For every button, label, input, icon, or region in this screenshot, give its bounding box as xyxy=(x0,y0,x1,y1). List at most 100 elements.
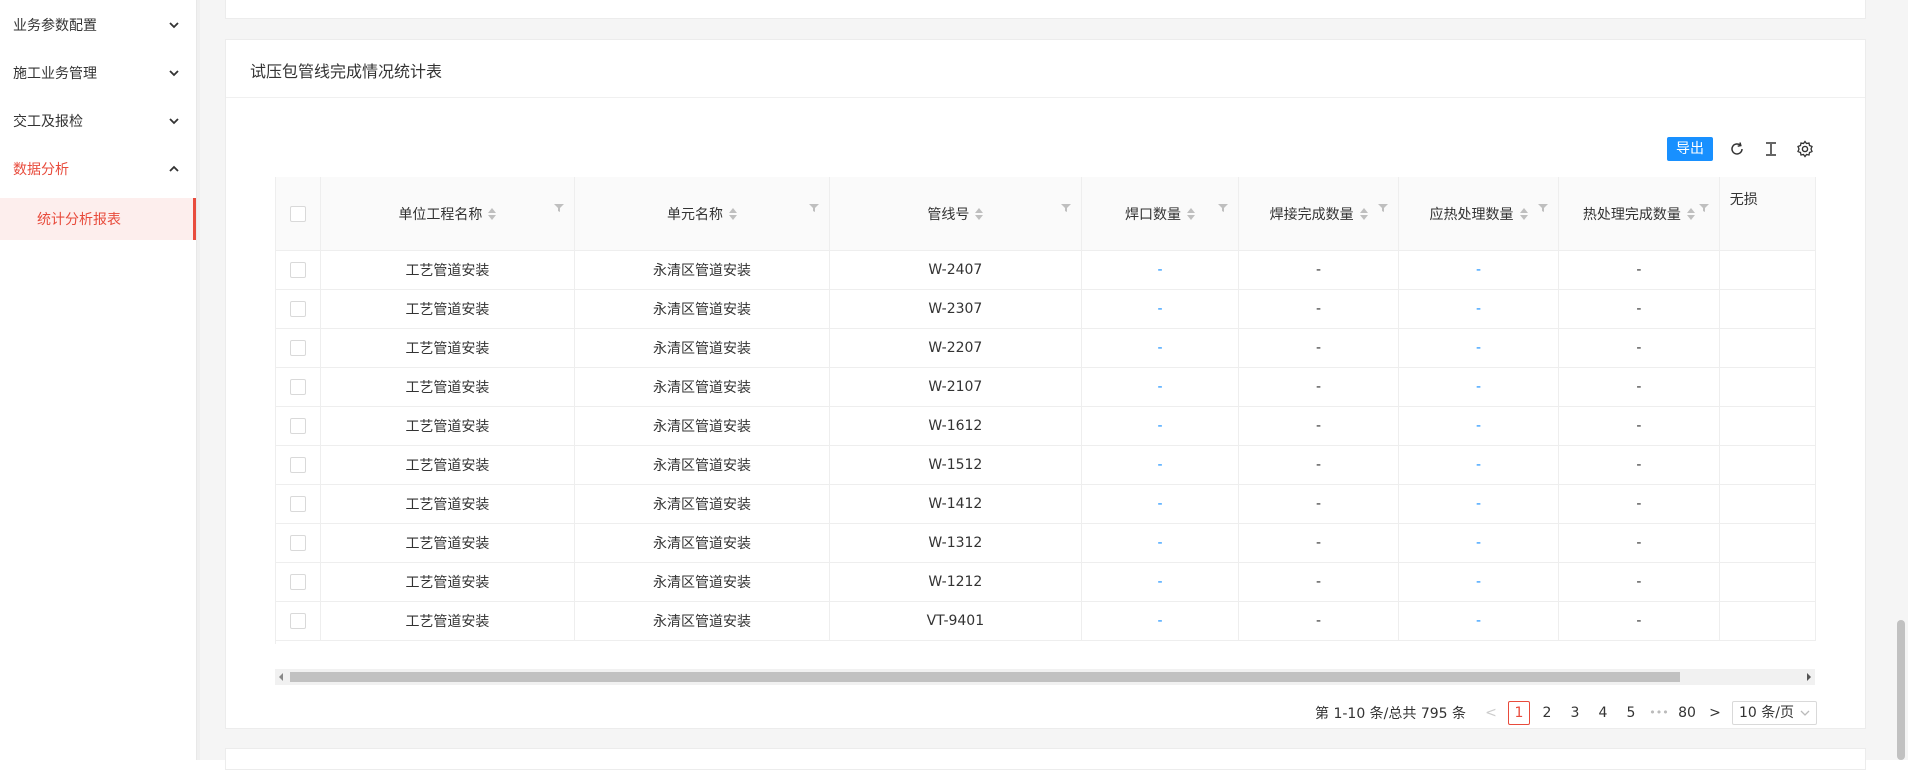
column-height-icon[interactable] xyxy=(1761,139,1781,159)
page-size-select[interactable]: 10 条/页 xyxy=(1732,701,1817,725)
sidebar-item-handover[interactable]: 交工及报检 xyxy=(0,97,196,145)
refresh-icon[interactable] xyxy=(1727,139,1747,159)
table-row[interactable]: 工艺管道安装 永清区管道安装 W-1512- - - - xyxy=(276,445,1816,485)
next-page-button[interactable]: > xyxy=(1704,702,1726,724)
table-cell: - xyxy=(1238,601,1400,641)
export-button[interactable]: 导出 xyxy=(1667,137,1713,161)
table-row[interactable]: 工艺管道安装 永清区管道安装 W-2107- - - - xyxy=(276,367,1816,407)
horizontal-scrollbar[interactable] xyxy=(275,669,1815,685)
row-checkbox[interactable] xyxy=(289,418,306,434)
table-row[interactable]: 工艺管道安装 永清区管道安装 W-1612- - - - xyxy=(276,406,1816,446)
sort-icon[interactable] xyxy=(1187,207,1195,220)
row-checkbox[interactable] xyxy=(289,262,306,278)
scroll-left-icon[interactable] xyxy=(279,673,283,681)
sort-icon[interactable] xyxy=(1519,207,1528,220)
column-header-label: 单元名称 xyxy=(667,206,724,223)
sort-icon[interactable] xyxy=(488,207,497,220)
column-header[interactable]: 焊接完成数量 xyxy=(1238,177,1400,251)
table-row[interactable]: 工艺管道安装 永清区管道安装 W-1312- - - - xyxy=(276,523,1816,563)
table-row[interactable]: 工艺管道安装 永清区管道安装 VT-9401- - - - xyxy=(276,601,1816,641)
row-checkbox[interactable] xyxy=(289,496,306,512)
row-checkbox[interactable] xyxy=(289,379,306,395)
table-cell: 工艺管道安装 xyxy=(320,289,576,329)
table-cell: W-2407 xyxy=(829,250,1082,290)
table-cell: - xyxy=(1238,562,1400,602)
select-all-checkbox[interactable] xyxy=(289,205,306,222)
column-header[interactable]: 无损 xyxy=(1719,177,1816,251)
table-cell: - xyxy=(1558,328,1720,368)
table-cell: 永清区管道安装 xyxy=(574,289,830,329)
sort-icon[interactable] xyxy=(1359,207,1368,220)
row-checkbox[interactable] xyxy=(289,340,306,356)
sidebar-item-business-params[interactable]: 业务参数配置 xyxy=(0,1,196,49)
table-cell: 永清区管道安装 xyxy=(574,562,830,602)
table-cell: - xyxy=(1398,406,1559,446)
table-cell: - xyxy=(1081,445,1240,485)
table-row[interactable]: 工艺管道安装 永清区管道安装 W-2307- - - - xyxy=(276,289,1816,329)
table-cell: W-1212 xyxy=(829,562,1082,602)
sort-icon[interactable] xyxy=(1686,207,1695,220)
chevron-down-icon xyxy=(169,70,179,77)
sort-icon[interactable] xyxy=(729,207,738,220)
chevron-down-icon xyxy=(169,118,179,125)
filter-icon[interactable] xyxy=(1060,203,1071,213)
sort-icon[interactable] xyxy=(975,207,984,220)
table-cell: - xyxy=(1558,445,1720,485)
table-cell: - xyxy=(1558,484,1720,524)
page-3-button[interactable]: 3 xyxy=(1564,702,1586,724)
table-row[interactable]: 工艺管道安装 永清区管道安装 W-2407- - - - xyxy=(276,250,1816,290)
row-checkbox[interactable] xyxy=(289,301,306,317)
filter-icon[interactable] xyxy=(1378,203,1389,213)
jump-next-ellipsis[interactable]: ••• xyxy=(1648,702,1670,724)
table-cell: VT-9401 xyxy=(829,601,1082,641)
chevron-down-icon xyxy=(169,22,179,29)
column-header[interactable]: 单位工程名称 xyxy=(320,177,576,251)
scrollbar-thumb[interactable] xyxy=(290,672,1680,682)
table-header-row: 单位工程名称 单元名称 管线号 焊口数量 焊接完成数量 应热处理数量 热处理完成… xyxy=(276,177,1816,251)
table-cell: 工艺管道安装 xyxy=(320,328,576,368)
page-5-button[interactable]: 5 xyxy=(1620,702,1642,724)
table-row[interactable]: 工艺管道安装 永清区管道安装 W-1212- - - - xyxy=(276,562,1816,602)
column-header-label: 焊接完成数量 xyxy=(1269,206,1354,223)
sidebar-item-construction[interactable]: 施工业务管理 xyxy=(0,49,196,97)
column-header-label: 焊口数量 xyxy=(1125,206,1181,223)
filter-icon[interactable] xyxy=(554,203,565,213)
filter-icon[interactable] xyxy=(1537,203,1548,213)
row-checkbox[interactable] xyxy=(289,613,306,629)
filter-icon[interactable] xyxy=(808,203,819,213)
page-2-button[interactable]: 2 xyxy=(1536,702,1558,724)
page-4-button[interactable]: 4 xyxy=(1592,702,1614,724)
column-header[interactable]: 管线号 xyxy=(829,177,1082,251)
row-select-cell xyxy=(276,445,321,485)
row-checkbox[interactable] xyxy=(289,457,306,473)
table-cell xyxy=(1719,562,1816,602)
row-checkbox[interactable] xyxy=(289,535,306,551)
page-1-button[interactable]: 1 xyxy=(1508,701,1531,725)
settings-icon[interactable] xyxy=(1795,139,1815,159)
sidebar-item-data-analysis[interactable]: 数据分析 xyxy=(0,145,196,193)
column-header[interactable]: 热处理完成数量 xyxy=(1558,177,1720,251)
filter-icon[interactable] xyxy=(1218,203,1229,213)
column-header[interactable]: 应热处理数量 xyxy=(1398,177,1559,251)
table-cell: 工艺管道安装 xyxy=(320,445,576,485)
sidebar: 业务参数配置 施工业务管理 交工及报检 数据分析 统计分析报表 xyxy=(0,0,196,760)
table-cell: 永清区管道安装 xyxy=(574,367,830,407)
scroll-right-icon[interactable] xyxy=(1807,673,1811,681)
row-checkbox[interactable] xyxy=(289,574,306,590)
page-last-button[interactable]: 80 xyxy=(1676,702,1698,724)
table-cell: - xyxy=(1398,289,1559,329)
prev-page-button[interactable]: < xyxy=(1480,702,1502,724)
table-row[interactable]: 工艺管道安装 永清区管道安装 W-2207- - - - xyxy=(276,328,1816,368)
page-vertical-scrollbar[interactable] xyxy=(1894,0,1908,760)
table-cell: 永清区管道安装 xyxy=(574,445,830,485)
table-cell: 永清区管道安装 xyxy=(574,601,830,641)
table-row[interactable]: 工艺管道安装 永清区管道安装 W-1412- - - - xyxy=(276,484,1816,524)
table-cell: - xyxy=(1398,445,1559,485)
sidebar-subitem-statistics-report[interactable]: 统计分析报表 xyxy=(0,198,196,240)
column-header[interactable]: 单元名称 xyxy=(574,177,830,251)
scrollbar-thumb[interactable] xyxy=(1897,620,1905,760)
table-cell xyxy=(1719,250,1816,290)
filter-icon[interactable] xyxy=(1698,203,1709,213)
table-cell: - xyxy=(1558,406,1720,446)
column-header[interactable]: 焊口数量 xyxy=(1081,177,1240,251)
